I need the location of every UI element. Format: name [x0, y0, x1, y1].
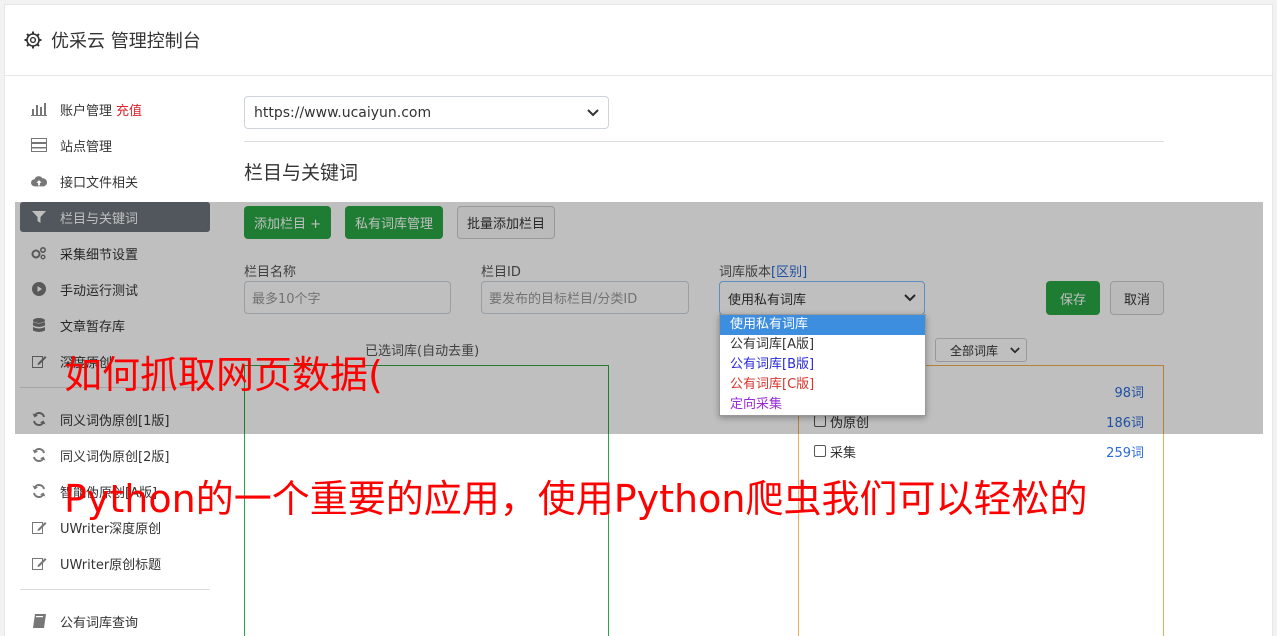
batch-add-button[interactable]: 批量添加栏目 — [457, 206, 556, 239]
sidebar-item-synonym-v2[interactable]: 同义词伪原创[2版] — [20, 440, 210, 470]
page-header: 优采云 管理控制台 — [5, 5, 1274, 76]
lib-count: 259词 — [1106, 445, 1144, 461]
sidebar-item-label: 文章暂存库 — [60, 319, 126, 335]
chevron-down-icon — [587, 108, 599, 116]
add-column-button[interactable]: 添加栏目 + — [244, 206, 332, 239]
sidebar-item-manual-run[interactable]: 手动运行测试 — [20, 274, 210, 304]
version-option[interactable]: 公有词库[B版] — [720, 355, 925, 375]
sidebar-item-public-lib[interactable]: 公有词库查询 — [20, 606, 210, 636]
version-select[interactable]: 使用私有词库 — [719, 281, 925, 315]
cancel-button[interactable]: 取消 — [1110, 281, 1164, 315]
sidebar-item-collect-settings[interactable]: 采集细节设置 — [20, 238, 210, 268]
sidebar-item-interface-files[interactable]: 接口文件相关 — [20, 166, 210, 196]
section-title: 栏目与关键词 — [244, 162, 359, 184]
lib-count: 98词 — [1114, 385, 1144, 401]
version-label-text: 词库版本 — [719, 265, 772, 280]
difference-link[interactable]: [区别] — [771, 265, 807, 280]
sidebar-item-label: 手动运行测试 — [60, 283, 139, 299]
sidebar-item-label: 接口文件相关 — [60, 175, 139, 191]
refresh-icon — [31, 411, 47, 427]
lib-filter-value: 全部词库 — [950, 343, 999, 358]
sidebar-item-synonym-v1[interactable]: 同义词伪原创[1版] — [20, 404, 210, 434]
column-name-input[interactable]: 最多10个字 — [244, 281, 451, 314]
version-option[interactable]: 定向采集 — [720, 395, 925, 415]
sidebar-item-label: 站点管理 — [60, 139, 113, 155]
version-option[interactable]: 使用私有词库 — [720, 315, 925, 335]
filter-icon — [31, 209, 47, 225]
version-option[interactable]: 公有词库[A版] — [720, 335, 925, 355]
private-lib-button[interactable]: 私有词库管理 — [345, 206, 444, 239]
lib-checkbox[interactable] — [814, 415, 826, 427]
gear-icon — [24, 31, 42, 49]
sidebar-item-label: 同义词伪原创[2版] — [60, 449, 170, 465]
refresh-icon — [31, 483, 47, 499]
version-option[interactable]: 公有词库[C版] — [720, 375, 925, 395]
overlay-caption: 如何抓取网页数据( — [64, 353, 383, 397]
sidebar-item-columns-keywords[interactable]: 栏目与关键词 — [20, 202, 210, 232]
sidebar-item-uwriter-title[interactable]: UWriter原创标题 — [20, 548, 210, 578]
site-select[interactable]: https://www.ucaiyun.com — [244, 96, 609, 129]
database-icon — [31, 317, 47, 333]
lib-label: 采集 — [830, 445, 857, 461]
sidebar-item-account[interactable]: 账户管理 充值 — [20, 94, 210, 124]
column-name-label: 栏目名称 — [244, 265, 297, 280]
toolbar: 添加栏目 + 私有词库管理 批量添加栏目 — [244, 206, 556, 239]
cloud-upload-icon — [31, 173, 47, 189]
save-button[interactable]: 保存 — [1046, 281, 1100, 315]
column-id-input[interactable]: 要发布的目标栏目/分类ID — [481, 281, 689, 314]
site-select-value: https://www.ucaiyun.com — [254, 104, 432, 121]
sidebar-item-label: UWriter原创标题 — [60, 557, 162, 573]
lib-checkbox[interactable] — [814, 445, 826, 457]
overlay-caption: Python的一个重要的应用，使用Python爬虫我们可以轻松的 — [64, 477, 1088, 521]
version-label: 词库版本[区别] — [719, 261, 807, 280]
cogs-icon — [31, 245, 47, 261]
page-title: 优采云 管理控制台 — [51, 31, 201, 52]
lib-filter-select[interactable]: 全部词库 — [935, 338, 1027, 362]
server-icon — [31, 137, 47, 153]
lib-label-wrap: 采集 — [814, 442, 856, 461]
bar-chart-icon — [31, 101, 47, 117]
version-dropdown: 使用私有词库 公有词库[A版] 公有词库[B版] 公有词库[C版] 定向采集 — [719, 314, 926, 416]
chevron-down-icon — [1010, 346, 1020, 353]
sidebar-item-label: 同义词伪原创[1版] — [60, 413, 170, 429]
edit-icon — [31, 555, 47, 571]
play-icon — [31, 281, 47, 297]
edit-icon — [31, 353, 47, 369]
sidebar-item-article-store[interactable]: 文章暂存库 — [20, 310, 210, 340]
sidebar-divider — [20, 589, 210, 590]
lib-count: 186词 — [1106, 415, 1144, 431]
book-icon — [31, 613, 47, 629]
refresh-icon — [31, 447, 47, 463]
column-id-label: 栏目ID — [481, 265, 521, 280]
edit-icon — [31, 519, 47, 535]
divider — [244, 141, 1164, 142]
sidebar-item-label: 栏目与关键词 — [60, 211, 139, 227]
sidebar-item-sites[interactable]: 站点管理 — [20, 130, 210, 160]
chevron-down-icon — [904, 294, 916, 302]
list-item[interactable]: 采集 259词 — [814, 440, 1144, 462]
recharge-link[interactable]: 充值 — [116, 100, 142, 119]
sidebar-item-label: 采集细节设置 — [60, 247, 139, 263]
sidebar-item-label: 公有词库查询 — [60, 615, 139, 631]
sidebar-item-label: 账户管理 — [60, 103, 113, 119]
main-content: https://www.ucaiyun.com 栏目与关键词 — [244, 96, 1164, 185]
version-select-value: 使用私有词库 — [728, 292, 807, 308]
